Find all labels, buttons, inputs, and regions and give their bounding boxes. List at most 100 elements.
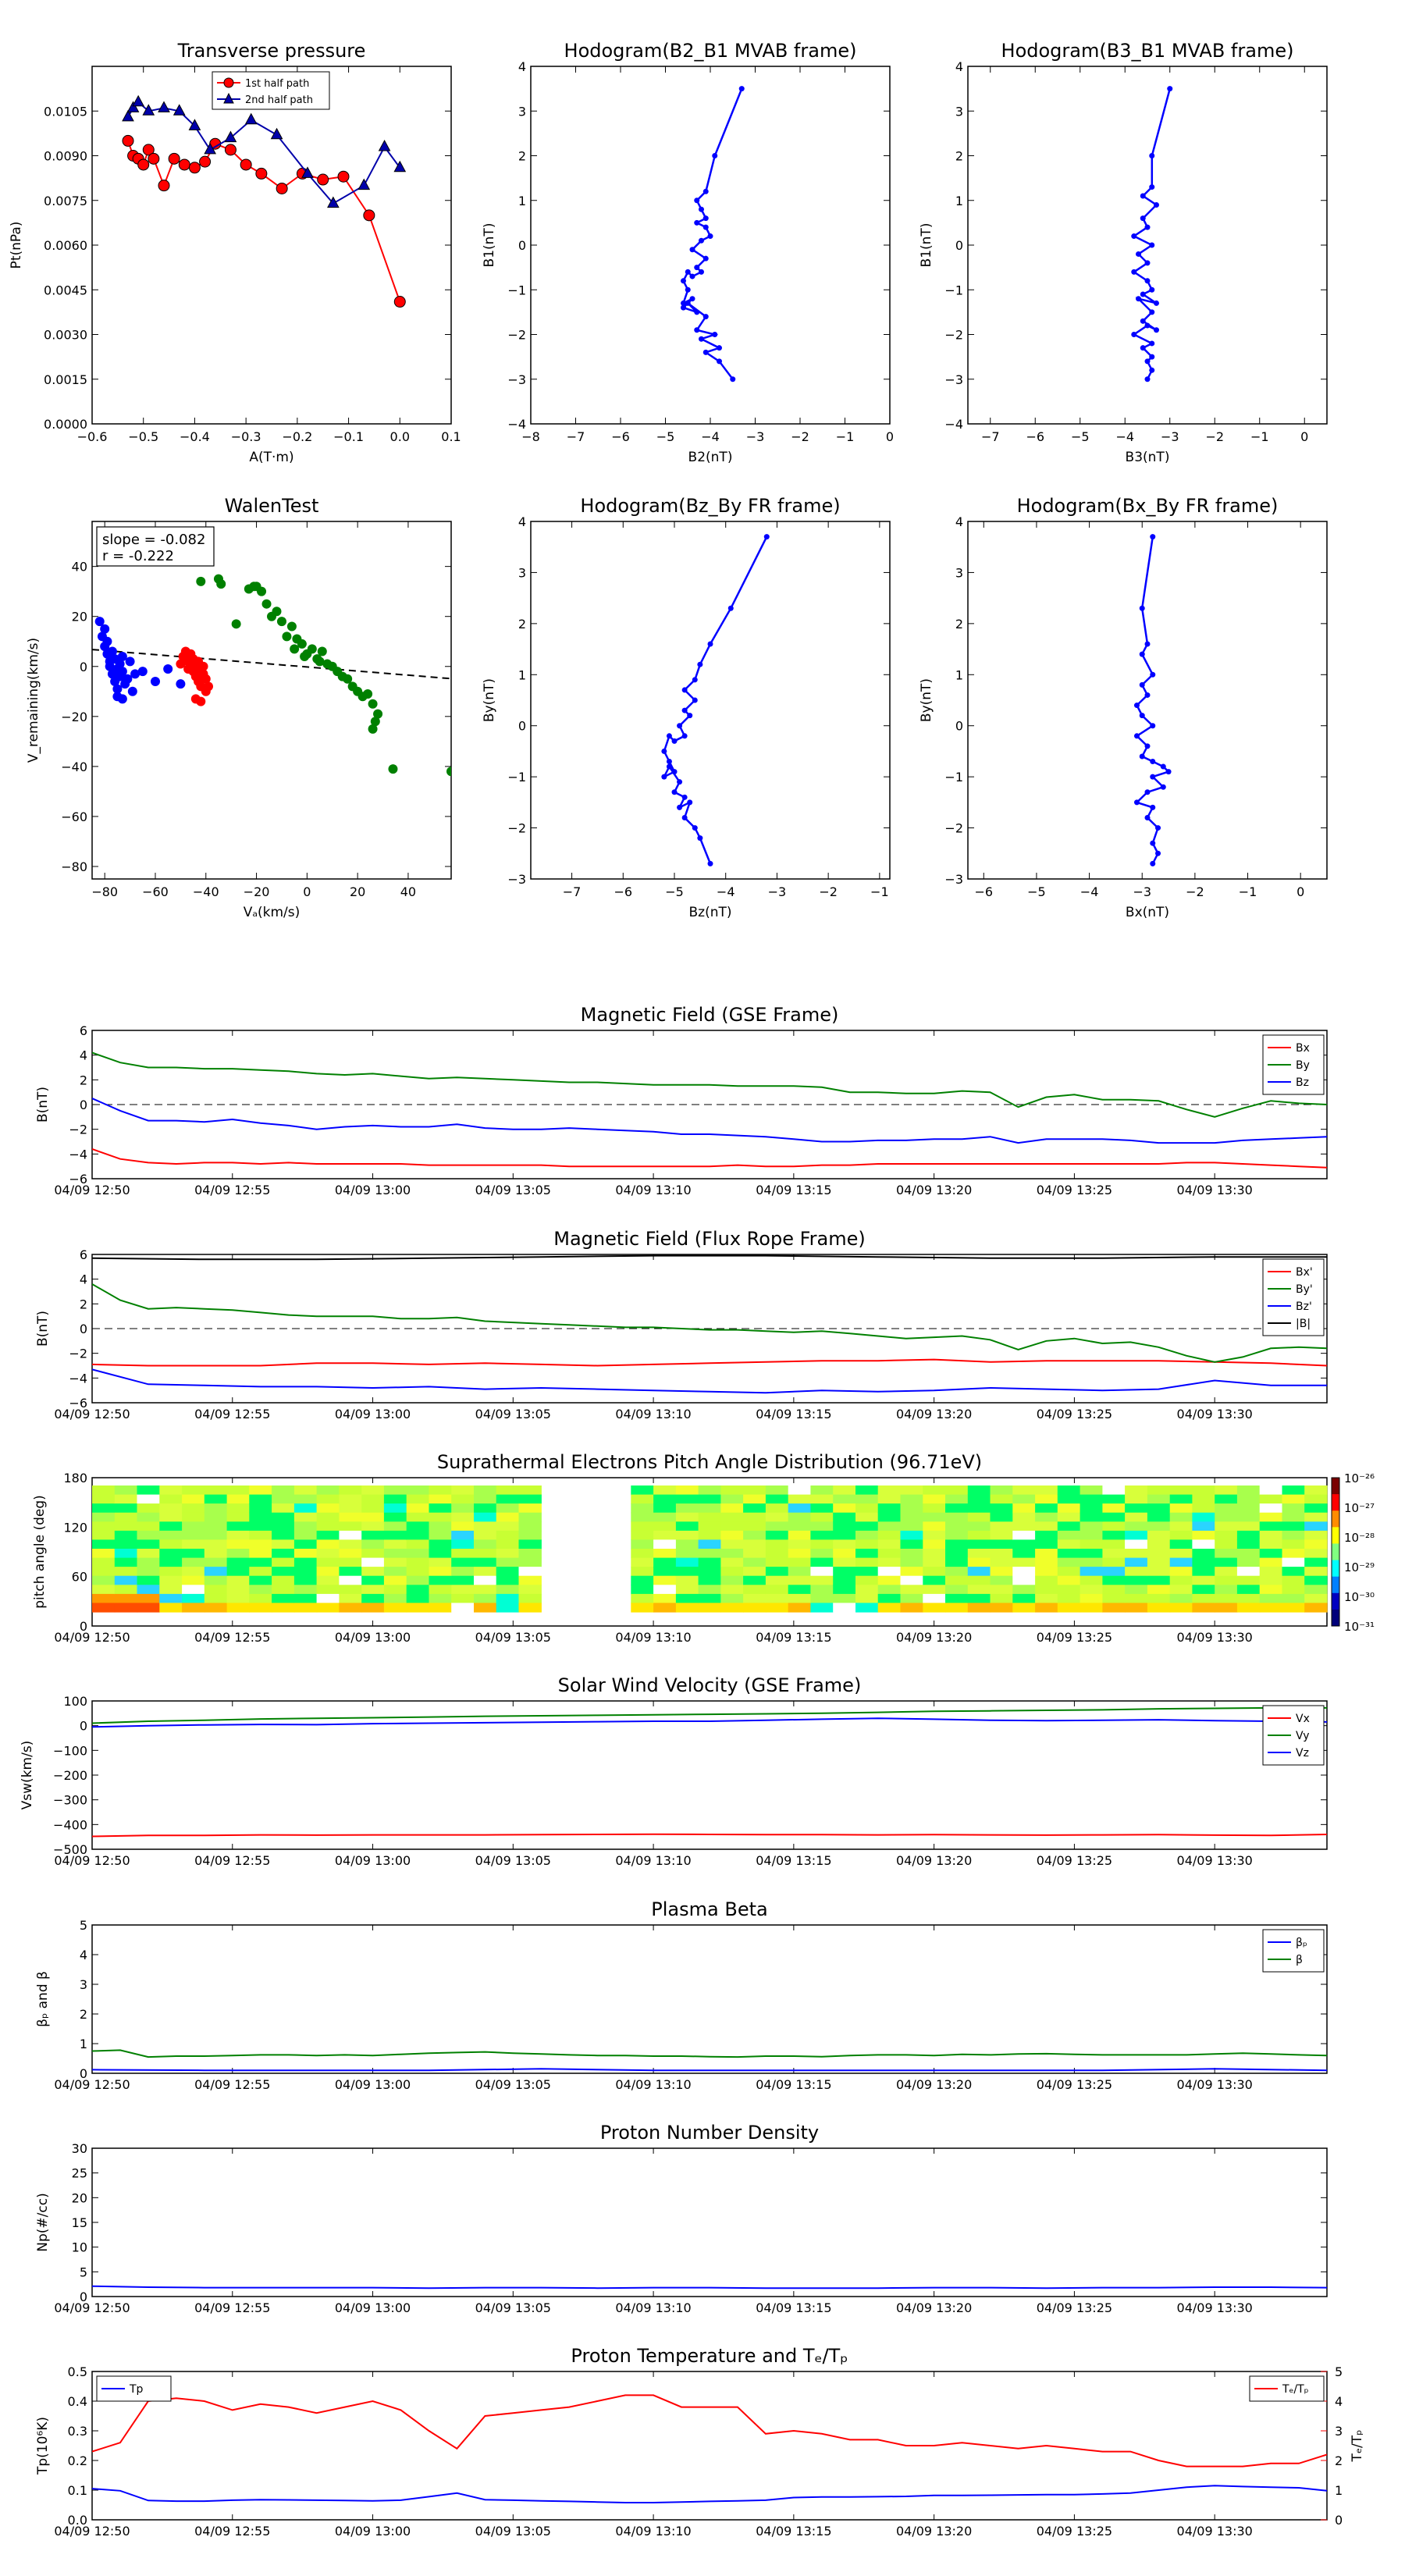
h4-point [1133, 703, 1140, 709]
pad-cell [429, 1503, 452, 1514]
pad-cell [114, 1530, 138, 1541]
pad-cell [720, 1567, 744, 1577]
pad-cell [114, 1494, 138, 1504]
pad-colorbar-label: 10⁻²⁷ [1344, 1501, 1375, 1515]
pad-cell [1080, 1593, 1103, 1604]
h2-point [1144, 224, 1151, 230]
h2-xtick-label: −1 [1250, 429, 1269, 444]
pad-cell [765, 1539, 789, 1550]
pad-cell [945, 1603, 969, 1613]
pad-cell [226, 1575, 250, 1585]
temp-time-label: 04/09 13:10 [615, 2524, 691, 2539]
pad-cell [204, 1485, 228, 1496]
pad-cell [518, 1603, 542, 1613]
pad-cell [339, 1557, 362, 1567]
pt-series-line-0 [127, 141, 401, 302]
pad-cell [675, 1593, 699, 1604]
pad-cell [810, 1512, 834, 1522]
pad-cell [653, 1549, 677, 1559]
pad-cell [1125, 1494, 1148, 1504]
h3-point [677, 723, 683, 729]
pad-cell [967, 1503, 991, 1514]
pad-cell [1147, 1603, 1171, 1613]
pt-point [224, 144, 237, 156]
pt-point [378, 139, 391, 151]
pad-cell [316, 1539, 340, 1550]
pad-cell [877, 1512, 902, 1522]
pad-cell [1147, 1585, 1171, 1595]
h1-point [681, 278, 686, 284]
pad-cell [1035, 1530, 1058, 1541]
walen-point [100, 624, 110, 634]
walen-xtick-label: 0 [303, 884, 311, 899]
pt-point [240, 158, 252, 171]
pad-cell [1215, 1603, 1238, 1613]
h2-point [1167, 86, 1173, 92]
h2-xtick-label: 0 [1300, 429, 1308, 444]
pad-cell [855, 1494, 879, 1504]
pad-cell [698, 1485, 721, 1496]
h3-point [671, 789, 678, 795]
h3-point [671, 769, 678, 775]
h2-point [1140, 215, 1146, 222]
pad-cell [182, 1530, 205, 1541]
pad-cell [159, 1512, 183, 1522]
pad-cell [339, 1521, 362, 1532]
walen-point [315, 656, 325, 667]
pad-cell [720, 1521, 744, 1532]
walen-frame [91, 521, 452, 880]
beta-time-label: 04/09 13:15 [756, 2077, 831, 2092]
pad-cell [383, 1585, 407, 1595]
h1-point [689, 247, 695, 253]
temp-y2-tick-label: 1 [1335, 2483, 1343, 2498]
bgse-ytick-label: 0 [80, 1098, 87, 1112]
pad-cell [137, 1585, 160, 1595]
walen-point [127, 686, 137, 696]
pad-panel: Suprathermal Electrons Pitch Angle Distr… [32, 1451, 1375, 1645]
walen-point [231, 619, 241, 629]
pad-cell [1192, 1521, 1215, 1532]
pad-cell [383, 1539, 407, 1550]
pad-cell [1215, 1549, 1238, 1559]
h1-point [702, 349, 709, 355]
np-ytick-label: 25 [72, 2166, 87, 2181]
h4-point [1155, 850, 1161, 856]
walen-point [196, 696, 206, 706]
h1-ylabel: B1(nT) [482, 223, 497, 268]
pt-ytick-label: 0.0045 [44, 283, 87, 297]
pad-cell [1080, 1575, 1103, 1585]
pt-title: Transverse pressure [177, 40, 366, 62]
pt-point [137, 158, 150, 171]
vsw-series-2 [92, 1717, 1327, 1728]
pad-cell [518, 1557, 542, 1567]
pad-cell [1080, 1539, 1103, 1550]
pad-cell [1259, 1530, 1283, 1541]
temp-legend: Tp Tₑ/Tₚ [96, 2375, 1325, 2402]
h4-ytick-label: 4 [955, 514, 963, 529]
pad-cell [1080, 1503, 1103, 1514]
pad-cell [429, 1603, 452, 1613]
pad-cell [518, 1503, 542, 1514]
h2-xtick-label: −6 [1026, 429, 1044, 444]
walen-point [446, 767, 451, 777]
pad-cell [204, 1557, 228, 1567]
pad-cell [474, 1503, 497, 1514]
h3-ytick-label: 0 [518, 719, 526, 734]
walen-point [196, 576, 206, 586]
pad-cell [226, 1549, 250, 1559]
pad-cell [788, 1575, 812, 1585]
pad-cell [1102, 1485, 1126, 1496]
temp-y2-label: Tₑ/Tₚ [1350, 2430, 1365, 2463]
pt-xtick-label: 0.1 [441, 429, 461, 444]
pad-cell [451, 1503, 475, 1514]
pad-cell [967, 1585, 991, 1595]
pad-cell [653, 1485, 677, 1496]
pad-cell [743, 1603, 767, 1613]
pad-title: Suprathermal Electrons Pitch Angle Distr… [437, 1451, 982, 1473]
pad-cell [1057, 1549, 1081, 1559]
h3-frame [530, 521, 891, 880]
pad-cell [855, 1575, 879, 1585]
bgse-time-label: 04/09 12:55 [194, 1183, 270, 1197]
bfr-series-3 [92, 1254, 1327, 1261]
pad-cell [765, 1557, 789, 1567]
